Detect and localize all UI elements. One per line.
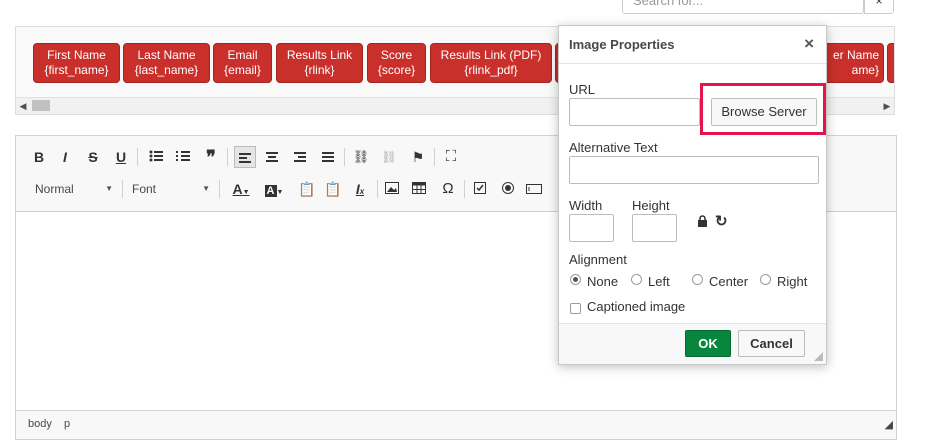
editor-statusbar: body p ◢ bbox=[16, 410, 896, 439]
align-center-label[interactable]: Center bbox=[709, 274, 748, 289]
tag-first-name[interactable]: First Name {first_name} bbox=[33, 43, 120, 83]
tag-partial-next[interactable] bbox=[887, 43, 894, 83]
checkbox-form-icon[interactable] bbox=[469, 178, 491, 200]
scrollbar-thumb[interactable] bbox=[32, 100, 50, 111]
align-center-icon[interactable] bbox=[261, 146, 283, 168]
align-left-icon[interactable] bbox=[234, 146, 256, 168]
paste-word-icon[interactable]: 📋 bbox=[322, 178, 344, 200]
url-input[interactable] bbox=[569, 98, 700, 126]
width-input[interactable] bbox=[569, 214, 614, 242]
italic-icon[interactable]: I bbox=[54, 146, 76, 168]
text-color-icon[interactable]: A▼ bbox=[227, 178, 255, 200]
tag-email[interactable]: Email {email} bbox=[213, 43, 272, 83]
tag-last-name[interactable]: Last Name {last_name} bbox=[123, 43, 210, 83]
alignment-label: Alignment bbox=[569, 252, 627, 267]
remove-format-icon[interactable]: Ix bbox=[349, 178, 371, 200]
bulleted-list-icon[interactable] bbox=[145, 146, 167, 168]
strikethrough-icon[interactable]: S bbox=[82, 146, 104, 168]
chevron-down-icon: ▼ bbox=[105, 184, 113, 193]
chevron-down-icon: ▼ bbox=[202, 184, 210, 193]
textfield-form-icon[interactable] bbox=[525, 178, 543, 200]
format-combo[interactable]: Normal ▼ bbox=[35, 178, 113, 200]
dialog-footer: OK Cancel bbox=[559, 323, 826, 364]
search-input[interactable]: Search for... bbox=[622, 0, 864, 14]
maximize-icon[interactable]: ⛶ bbox=[440, 146, 462, 168]
align-none-radio[interactable] bbox=[570, 274, 581, 285]
scroll-left-icon[interactable]: ◀ bbox=[16, 98, 30, 114]
image-icon[interactable] bbox=[381, 178, 403, 200]
bold-icon[interactable]: B bbox=[28, 146, 50, 168]
dialog-title: Image Properties bbox=[569, 37, 675, 52]
path-item-body[interactable]: body bbox=[28, 418, 52, 430]
special-character-icon[interactable]: Ω bbox=[437, 178, 459, 200]
cancel-button[interactable]: Cancel bbox=[738, 330, 805, 357]
reset-size-icon[interactable]: ↻ bbox=[715, 212, 728, 230]
scroll-right-icon[interactable]: ▶ bbox=[880, 98, 894, 114]
lock-ratio-icon[interactable] bbox=[697, 215, 708, 230]
height-label: Height bbox=[632, 198, 670, 213]
underline-icon[interactable]: U bbox=[110, 146, 132, 168]
close-icon[interactable]: × bbox=[804, 35, 814, 53]
alt-text-input[interactable] bbox=[569, 156, 819, 184]
radio-form-icon[interactable] bbox=[497, 178, 519, 200]
width-label: Width bbox=[569, 198, 603, 213]
unlink-icon[interactable]: ⛓ bbox=[378, 146, 400, 168]
alt-text-label: Alternative Text bbox=[569, 140, 658, 155]
height-input[interactable] bbox=[632, 214, 677, 242]
search-clear-button[interactable]: × bbox=[864, 0, 894, 14]
blockquote-icon[interactable]: ❞ bbox=[200, 146, 222, 168]
align-none-label[interactable]: None bbox=[587, 274, 618, 289]
tag-results-link-pdf[interactable]: Results Link (PDF) {rlink_pdf} bbox=[430, 43, 552, 83]
highlight-box bbox=[700, 83, 826, 135]
table-icon[interactable] bbox=[408, 178, 430, 200]
ok-button[interactable]: OK bbox=[685, 330, 731, 357]
align-right-radio[interactable] bbox=[760, 274, 771, 285]
path-item-p[interactable]: p bbox=[64, 418, 70, 430]
dialog-resize-icon[interactable] bbox=[814, 352, 823, 361]
anchor-flag-icon[interactable]: ⚑ bbox=[407, 146, 429, 168]
dialog-title-bar[interactable]: Image Properties × bbox=[559, 26, 826, 64]
tag-score[interactable]: Score {score} bbox=[367, 43, 426, 83]
tag-results-link[interactable]: Results Link {rlink} bbox=[276, 43, 363, 83]
paste-icon[interactable]: 📋 bbox=[296, 178, 318, 200]
link-icon[interactable]: ⛓ bbox=[350, 146, 372, 168]
font-combo[interactable]: Font ▼ bbox=[132, 178, 210, 200]
align-right-icon[interactable] bbox=[289, 146, 311, 168]
justify-icon[interactable] bbox=[317, 146, 339, 168]
numbered-list-icon[interactable] bbox=[172, 146, 194, 168]
image-properties-dialog: Image Properties × URL Browse Server Alt… bbox=[558, 25, 827, 365]
captioned-image-label[interactable]: Captioned image bbox=[587, 299, 685, 314]
align-left-radio[interactable] bbox=[631, 274, 642, 285]
align-right-label[interactable]: Right bbox=[777, 274, 807, 289]
captioned-image-checkbox[interactable] bbox=[570, 303, 581, 314]
url-label: URL bbox=[569, 82, 596, 97]
background-color-icon[interactable]: A ▼ bbox=[260, 178, 288, 200]
align-center-radio[interactable] bbox=[692, 274, 703, 285]
align-left-label[interactable]: Left bbox=[648, 274, 670, 289]
resize-handle-icon[interactable]: ◢ bbox=[885, 418, 893, 435]
